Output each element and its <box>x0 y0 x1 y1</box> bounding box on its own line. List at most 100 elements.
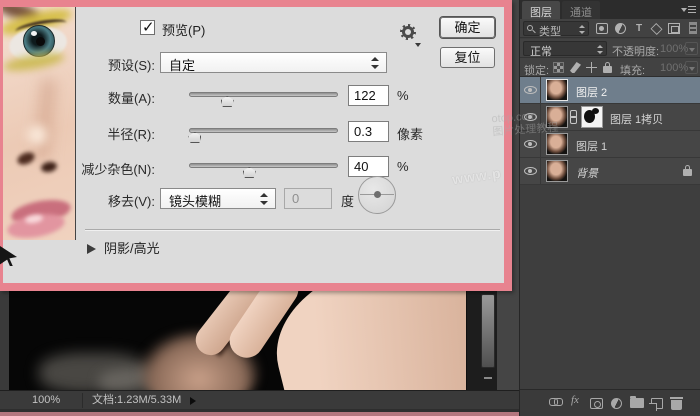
layers-panel-bottom-bar: fx <box>520 389 700 416</box>
amount-slider[interactable] <box>189 92 338 97</box>
layer-mask-thumbnail[interactable] <box>581 106 603 128</box>
dropdown-arrows-icon <box>597 45 603 54</box>
remove-value: 镜头模糊 <box>169 194 221 209</box>
opacity-value[interactable]: 100% <box>660 43 688 55</box>
preset-dropdown[interactable]: 自定 <box>160 52 387 73</box>
layer-thumbnail[interactable] <box>546 160 568 182</box>
dropdown-arrows-icon <box>260 193 268 205</box>
search-icon <box>527 25 533 31</box>
delete-layer-icon[interactable] <box>671 400 682 410</box>
reduce-noise-input[interactable]: 40 <box>348 156 389 177</box>
new-group-icon[interactable] <box>630 398 644 408</box>
eye-icon[interactable] <box>524 167 537 175</box>
eye-icon[interactable] <box>524 140 537 148</box>
visibility-cell[interactable] <box>520 77 541 103</box>
tab-channels[interactable]: 通道 <box>562 1 600 19</box>
bottom-annotation-line <box>0 412 519 416</box>
filter-smart-object-icon[interactable] <box>668 23 680 34</box>
status-menu-arrow-icon[interactable] <box>190 397 196 405</box>
reduce-noise-slider[interactable] <box>189 163 338 168</box>
filter-pixel-layers-icon[interactable] <box>596 23 608 34</box>
layer-name[interactable]: 背景 <box>576 165 598 181</box>
filter-toggle-icon[interactable] <box>689 22 697 34</box>
scrollbar-thumb[interactable] <box>481 294 495 368</box>
visibility-cell[interactable] <box>520 158 541 184</box>
layer-name[interactable]: 图层 2 <box>576 84 607 100</box>
watermark-text: otop.com 图片处理教程 <box>491 109 559 140</box>
preview-checkbox[interactable] <box>140 20 155 35</box>
panel-tabs-bar: 图层 通道 <box>520 0 700 19</box>
filter-type-dropdown[interactable]: 类型 <box>523 21 589 36</box>
radius-slider[interactable] <box>189 128 338 133</box>
reduce-noise-slider-thumb[interactable] <box>243 167 256 178</box>
ok-button[interactable]: 确定 <box>440 17 495 38</box>
zoom-level-field[interactable]: 100% <box>28 394 64 407</box>
document-canvas <box>9 291 466 390</box>
new-adjustment-layer-icon[interactable] <box>611 398 622 409</box>
lock-body <box>603 66 612 73</box>
opacity-label: 不透明度: <box>612 43 659 59</box>
preview-pupil <box>36 37 45 46</box>
radius-unit: 像素 <box>397 124 423 143</box>
preview-checkbox-label: 预览(P) <box>162 20 205 39</box>
background-lock-icon <box>682 165 693 177</box>
lock-body <box>683 169 692 176</box>
filter-type-layers-icon[interactable]: T <box>633 23 645 34</box>
status-bar: 100% 文档:1.23M/5.33M <box>0 390 519 409</box>
new-layer-icon[interactable] <box>651 398 663 409</box>
panel-menu-icon[interactable] <box>681 6 696 14</box>
remove-label: 移去(V): <box>3 191 155 210</box>
add-layer-mask-icon[interactable] <box>590 398 603 409</box>
tab-layers[interactable]: 图层 <box>522 1 560 19</box>
layer-name[interactable]: 图层 1 <box>576 138 607 154</box>
layer-thumbnail[interactable] <box>546 133 568 155</box>
layers-panel: 图层 通道 类型 T 正常 不透明度: 100% <box>519 0 700 416</box>
filter-shape-layers-icon[interactable] <box>650 23 662 34</box>
gear-icon[interactable] <box>400 24 416 40</box>
shadow-highlight-label[interactable]: 阴影/高光 <box>104 238 160 257</box>
vertical-scrollbar[interactable] <box>466 291 497 390</box>
layer-name[interactable]: 图层 1拷贝 <box>610 111 663 127</box>
filter-type-label: 类型 <box>539 26 561 38</box>
layer-row-layer2[interactable]: 图层 2 <box>520 77 700 104</box>
radius-label: 半径(R): <box>3 124 155 143</box>
lock-paint-brush-icon[interactable] <box>570 62 581 73</box>
filter-adjustment-layers-icon[interactable] <box>615 23 626 34</box>
amount-unit: % <box>397 88 409 103</box>
amount-slider-thumb[interactable] <box>221 96 234 107</box>
preset-value: 自定 <box>169 58 195 73</box>
fill-value[interactable]: 100% <box>660 62 688 74</box>
reduce-noise-unit: % <box>397 159 409 174</box>
dropdown-arrows-icon <box>371 57 379 69</box>
lock-position-icon[interactable] <box>586 62 597 73</box>
sharpen-dialog: 预览(P) 确定 复位 预设(S): 自定 数量(A): 122 % 半径(R)… <box>0 0 512 291</box>
opacity-dropdown-icon[interactable] <box>685 42 698 55</box>
layer-thumbnail[interactable] <box>546 79 568 101</box>
link-layers-icon[interactable] <box>549 398 563 406</box>
eye-icon[interactable] <box>524 86 537 94</box>
mask-link-icon[interactable] <box>570 110 577 124</box>
canvas-hand-shape <box>260 291 466 390</box>
fill-dropdown-icon[interactable] <box>685 61 698 74</box>
radius-slider-thumb[interactable] <box>188 132 201 143</box>
amount-input[interactable]: 122 <box>348 85 389 106</box>
lock-all-icon[interactable] <box>602 62 613 73</box>
radius-input[interactable]: 0.3 <box>348 121 389 142</box>
disclosure-triangle-icon[interactable] <box>87 244 96 254</box>
lock-transparency-icon[interactable] <box>553 62 564 73</box>
dropdown-arrows-icon <box>579 25 585 34</box>
blend-mode-value: 正常 <box>530 46 552 58</box>
angle-dial[interactable] <box>358 176 396 214</box>
blend-mode-row: 正常 不透明度: 100% <box>520 39 700 58</box>
remove-dropdown[interactable]: 镜头模糊 <box>160 188 276 209</box>
photoshop-window: 100% 文档:1.23M/5.33M <box>0 0 700 416</box>
reduce-noise-label: 减少杂色(N): <box>3 159 155 178</box>
section-divider <box>85 229 500 230</box>
reset-button[interactable]: 复位 <box>440 47 495 68</box>
angle-unit: 度 <box>341 191 354 210</box>
layer-row-background[interactable]: 背景 <box>520 158 700 185</box>
gear-menu-caret-icon[interactable] <box>415 43 421 47</box>
layer-style-fx-icon[interactable]: fx <box>571 394 579 406</box>
amount-label: 数量(A): <box>3 88 155 107</box>
blend-mode-dropdown[interactable]: 正常 <box>523 41 607 56</box>
